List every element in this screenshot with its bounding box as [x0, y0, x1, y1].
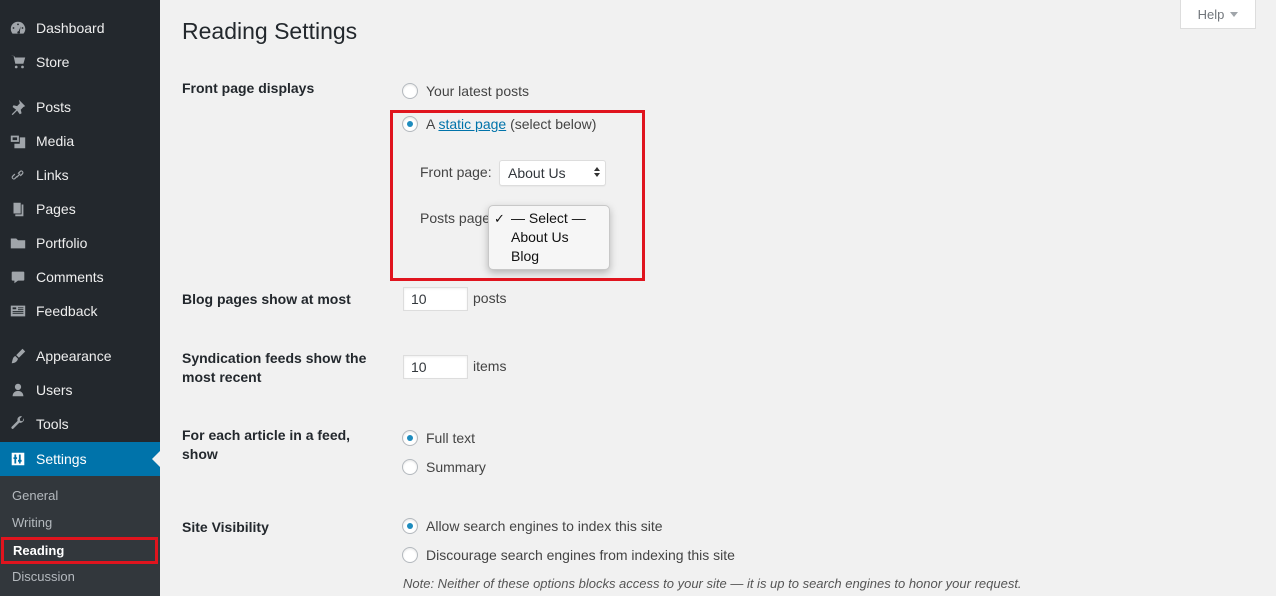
sidebar-item-label: Users — [36, 382, 73, 398]
sidebar-item-links[interactable]: Links — [0, 158, 160, 192]
radio-discourage-indexing-label: Discourage search engines from indexing … — [426, 547, 735, 563]
syndication-label: Syndication feeds show the most recent — [182, 350, 367, 385]
radio-allow-indexing-label: Allow search engines to index this site — [426, 518, 663, 534]
radio-latest-posts[interactable]: Your latest posts — [402, 83, 529, 99]
brush-icon — [0, 339, 36, 373]
page-icon — [0, 192, 36, 226]
static-page-link[interactable]: static page — [438, 116, 506, 132]
radio-summary[interactable]: Summary — [402, 459, 486, 475]
media-icon — [0, 124, 36, 158]
radio-latest-posts-label: Your latest posts — [426, 83, 529, 99]
dashboard-icon — [0, 11, 36, 45]
static-prefix: A — [426, 116, 435, 132]
sidebar-item-label: Posts — [36, 99, 72, 115]
dropdown-option-about-us[interactable]: About Us — [489, 228, 609, 247]
front-page-label: Front page displays — [182, 80, 315, 96]
sidebar-item-label: Feedback — [36, 303, 98, 319]
settings-submenu: General Writing Reading Discussion — [0, 476, 160, 596]
sidebar-item-label: Links — [36, 167, 69, 183]
select-arrows-icon — [594, 167, 600, 177]
link-icon — [0, 158, 36, 192]
pin-icon — [0, 90, 36, 124]
radio-circle-checked[interactable] — [402, 430, 418, 446]
radio-static-page-label: A static page (select below) — [426, 116, 596, 132]
posts-page-select-label: Posts page — [420, 210, 491, 226]
sidebar-item-label: Pages — [36, 201, 76, 217]
dropdown-option-select[interactable]: ✓ — Select — — [489, 209, 609, 228]
sidebar-item-media[interactable]: Media — [0, 124, 160, 158]
radio-summary-label: Summary — [426, 459, 486, 475]
front-page-select[interactable]: About Us — [499, 160, 606, 186]
sidebar-item-label: Tools — [36, 416, 69, 432]
dropdown-option-blog[interactable]: Blog — [489, 247, 609, 266]
static-suffix: (select below) — [510, 116, 597, 132]
sidebar-item-dashboard[interactable]: Dashboard — [0, 11, 160, 45]
sidebar-item-appearance[interactable]: Appearance — [0, 339, 160, 373]
feedback-icon — [0, 294, 36, 328]
sidebar-item-users[interactable]: Users — [0, 373, 160, 407]
checkmark-icon: ✓ — [494, 211, 505, 226]
submenu-item-reading[interactable]: Reading — [1, 537, 158, 564]
blog-pages-suffix: posts — [473, 290, 507, 306]
radio-circle-checked[interactable] — [402, 116, 418, 132]
site-visibility-label: Site Visibility — [182, 519, 269, 535]
wrench-icon — [0, 407, 36, 441]
help-label: Help — [1197, 6, 1225, 22]
sidebar-item-label: Store — [36, 54, 70, 70]
feed-article-label: For each article in a feed, show — [182, 427, 351, 462]
sidebar-item-label: Appearance — [36, 348, 112, 364]
posts-page-dropdown[interactable]: ✓ — Select — About Us Blog — [488, 205, 610, 270]
sidebar-item-settings[interactable]: Settings — [0, 442, 160, 476]
sidebar-item-posts[interactable]: Posts — [0, 90, 160, 124]
folder-icon — [0, 226, 36, 260]
sidebar-item-tools[interactable]: Tools — [0, 407, 160, 441]
blog-pages-input[interactable]: 10 — [403, 287, 468, 311]
user-icon — [0, 373, 36, 407]
sidebar-item-label: Dashboard — [36, 20, 105, 36]
radio-full-text-label: Full text — [426, 430, 476, 446]
admin-sidebar: Dashboard Store Posts Media Links Pages … — [0, 0, 160, 596]
cart-icon — [0, 45, 36, 79]
radio-allow-indexing[interactable]: Allow search engines to index this site — [402, 518, 663, 534]
radio-circle-checked[interactable] — [402, 518, 418, 534]
front-page-select-label: Front page: — [420, 164, 492, 180]
comment-icon — [0, 260, 36, 294]
radio-circle[interactable] — [402, 83, 418, 99]
radio-circle[interactable] — [402, 547, 418, 563]
radio-static-page[interactable]: A static page (select below) — [402, 116, 596, 132]
sidebar-item-pages[interactable]: Pages — [0, 192, 160, 226]
radio-discourage-indexing[interactable]: Discourage search engines from indexing … — [402, 547, 735, 563]
dropdown-option-label: — Select — — [511, 210, 586, 226]
sidebar-item-label: Comments — [36, 269, 104, 285]
sidebar-item-portfolio[interactable]: Portfolio — [0, 226, 160, 260]
submenu-item-general[interactable]: General — [0, 482, 160, 509]
settings-icon — [0, 442, 36, 476]
help-button[interactable]: Help — [1180, 0, 1256, 29]
front-page-select-value: About Us — [508, 165, 566, 181]
submenu-item-discussion[interactable]: Discussion — [0, 563, 160, 590]
sidebar-item-label: Settings — [36, 451, 87, 467]
visibility-note: Note: Neither of these options blocks ac… — [403, 576, 1022, 591]
syndication-suffix: items — [473, 358, 507, 374]
sidebar-item-comments[interactable]: Comments — [0, 260, 160, 294]
sidebar-item-feedback[interactable]: Feedback — [0, 294, 160, 328]
page-title: Reading Settings — [182, 18, 358, 44]
blog-pages-label: Blog pages show at most — [182, 291, 351, 307]
sidebar-item-label: Portfolio — [36, 235, 88, 251]
sidebar-item-store[interactable]: Store — [0, 45, 160, 79]
syndication-input[interactable]: 10 — [403, 355, 468, 379]
radio-circle[interactable] — [402, 459, 418, 475]
sidebar-item-label: Media — [36, 133, 75, 149]
submenu-item-writing[interactable]: Writing — [0, 509, 160, 536]
caret-down-icon — [1230, 11, 1239, 17]
radio-full-text[interactable]: Full text — [402, 430, 475, 446]
